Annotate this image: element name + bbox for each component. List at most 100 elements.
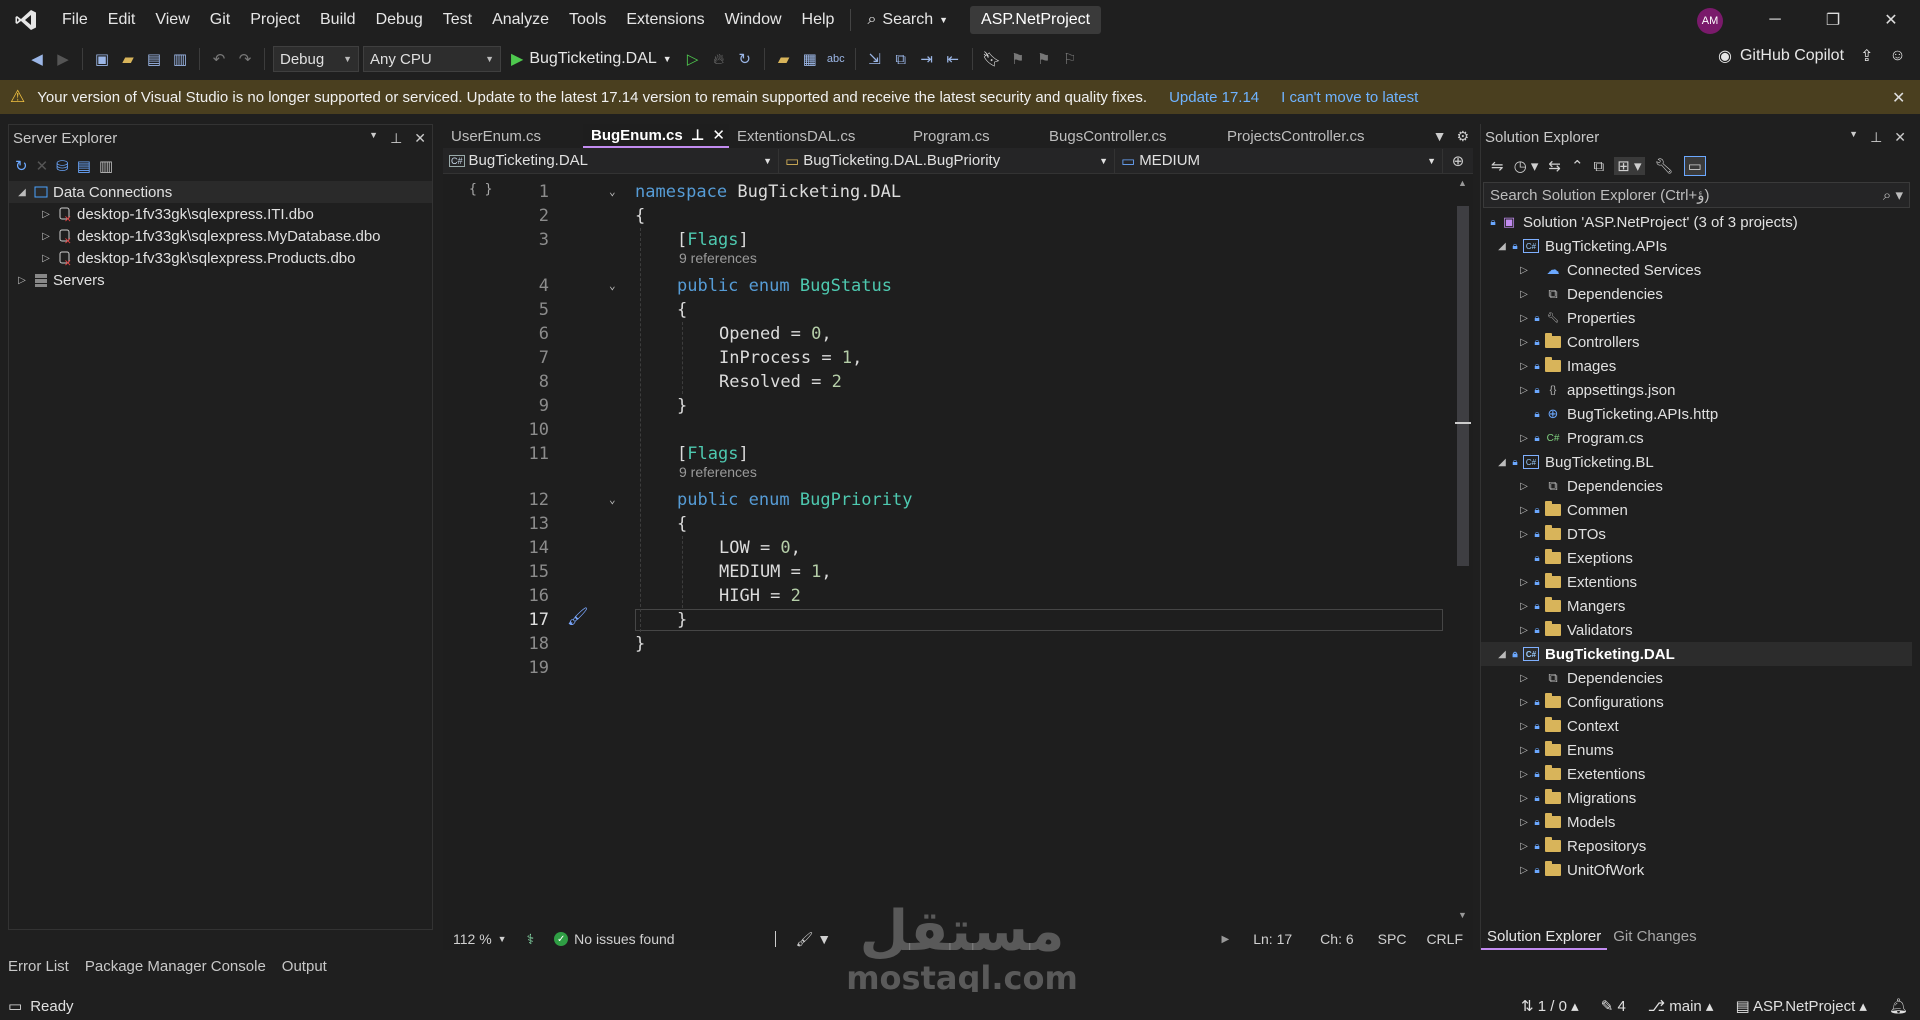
- tree-item-repositorys[interactable]: ▷ 🔒︎ Repositorys: [1481, 834, 1912, 858]
- menu-extensions[interactable]: Extensions: [616, 0, 714, 40]
- tree-item-solution[interactable]: 🔒︎ ▣ Solution 'ASP.NetProject' (3 of 3 p…: [1481, 210, 1912, 234]
- close-icon[interactable]: ✕: [1894, 129, 1906, 146]
- tree-item-data-connections[interactable]: ◢ Data Connections: [9, 181, 432, 203]
- platform-dropdown[interactable]: Any CPU ▼: [363, 46, 501, 72]
- chevron-right-icon[interactable]: ▷: [1517, 673, 1531, 684]
- sync-indicator[interactable]: ⇅ 1 / 0 ▴: [1521, 997, 1579, 1015]
- tree-item-context[interactable]: ▷ 🔒︎ Context: [1481, 714, 1912, 738]
- tab-error-list[interactable]: Error List: [0, 956, 77, 980]
- vertical-scrollbar[interactable]: ▲ ▼: [1453, 176, 1473, 922]
- tab-overflow-icon[interactable]: ▼: [1433, 128, 1447, 145]
- open-folder-icon[interactable]: ▰: [117, 48, 139, 70]
- tab-program-cs[interactable]: Program.cs: [905, 124, 1041, 148]
- pin-icon[interactable]: ⊥: [390, 130, 402, 147]
- code-area[interactable]: { } 🖌︎ 1 ⌄ namespace BugTicketing.DAL 2{3 [F…: [443, 176, 1453, 922]
- tree-item-validators[interactable]: ▷ 🔒︎ Validators: [1481, 618, 1912, 642]
- save-all-icon[interactable]: ▥: [169, 48, 191, 70]
- solution-search-input[interactable]: Search Solution Explorer (Ctrl+ؤ) ⌕ ▾: [1483, 182, 1910, 208]
- issues-indicator[interactable]: ✓ No issues found: [544, 931, 684, 947]
- menu-git[interactable]: Git: [200, 0, 240, 40]
- sync-icon[interactable]: ⇆: [1548, 157, 1561, 175]
- menu-view[interactable]: View: [145, 0, 199, 40]
- bookmark-icon[interactable]: 🔖︎: [981, 48, 1003, 70]
- chevron-right-icon[interactable]: ▷: [1517, 697, 1531, 708]
- chevron-right-icon[interactable]: ▷: [1517, 481, 1531, 492]
- clear-bookmarks-icon[interactable]: ⚐: [1059, 48, 1081, 70]
- tree-item-bugticketing-apis-http[interactable]: 🔒︎ ⊕ BugTicketing.APIs.http: [1481, 402, 1912, 426]
- scroll-up-icon[interactable]: ▲: [1458, 178, 1467, 188]
- hot-reload-icon[interactable]: 🔥︎: [708, 48, 730, 70]
- tree-item-connection[interactable]: ▷ ✕ desktop-1fv33gk\sqlexpress.ITI.dbo: [9, 203, 432, 226]
- whitespace-indicator[interactable]: SPC: [1368, 931, 1417, 947]
- tree-item-exeptions[interactable]: 🔒︎ Exeptions: [1481, 546, 1912, 570]
- notifications-icon[interactable]: 🔔︎: [1889, 997, 1908, 1015]
- azure-icon[interactable]: ▥: [99, 157, 113, 175]
- indent-icon[interactable]: ⇥: [916, 48, 938, 70]
- collapse-all-icon[interactable]: ⌃: [1571, 157, 1584, 175]
- close-icon[interactable]: ✕: [712, 126, 725, 144]
- start-without-debugging-icon[interactable]: ▷: [682, 48, 704, 70]
- browse-folder-icon[interactable]: ▰: [773, 48, 795, 70]
- expanded-icon[interactable]: ◢: [1495, 649, 1509, 660]
- tree-item-dtos[interactable]: ▷ 🔒︎ DTOs: [1481, 522, 1912, 546]
- menu-file[interactable]: File: [52, 0, 98, 40]
- tree-item-controllers[interactable]: ▷ 🔒︎ Controllers: [1481, 330, 1912, 354]
- branch-indicator[interactable]: ⎇ main ▴: [1648, 997, 1714, 1015]
- visual-studio-logo-icon[interactable]: [0, 0, 52, 40]
- refresh-icon[interactable]: ↻: [15, 157, 28, 175]
- expanded-icon[interactable]: ◢: [1495, 241, 1509, 252]
- connect-server-icon[interactable]: ▤: [77, 157, 91, 175]
- connect-database-icon[interactable]: ⛁: [56, 157, 69, 175]
- chevron-right-icon[interactable]: ▷: [1517, 721, 1531, 732]
- chevron-right-icon[interactable]: ▷: [1517, 625, 1531, 636]
- chevron-right-icon[interactable]: ▷: [1517, 505, 1531, 516]
- menu-debug[interactable]: Debug: [366, 0, 433, 40]
- avatar[interactable]: AM: [1697, 8, 1723, 34]
- codelens-references[interactable]: 9 references: [679, 250, 757, 266]
- switch-views-icon[interactable]: ⇋: [1491, 157, 1504, 175]
- type-dropdown[interactable]: ▭ BugTicketing.DAL.BugPriority ▼: [779, 148, 1115, 173]
- restore-button[interactable]: ❐: [1810, 0, 1856, 40]
- tree-item-servers[interactable]: ▷ Servers: [9, 269, 432, 291]
- tree-item-exetentions[interactable]: ▷ 🔒︎ Exetentions: [1481, 762, 1912, 786]
- stop-icon[interactable]: ✕: [36, 157, 49, 175]
- chevron-right-icon[interactable]: ▷: [1517, 385, 1531, 396]
- code-cleanup-icon[interactable]: 🖌︎ ▼: [786, 931, 842, 948]
- preview-icon[interactable]: ▭: [1683, 156, 1706, 176]
- menu-edit[interactable]: Edit: [98, 0, 146, 40]
- zoom-dropdown[interactable]: 112 % ▼: [443, 931, 517, 947]
- tab-package-manager-console[interactable]: Package Manager Console: [77, 956, 274, 980]
- chevron-right-icon[interactable]: ▷: [39, 209, 53, 220]
- tree-item-project-bugticketing-dal[interactable]: ◢ 🔒︎ C# BugTicketing.DAL: [1481, 642, 1912, 666]
- chevron-right-icon[interactable]: ▷: [1517, 865, 1531, 876]
- update-link[interactable]: Update 17.14: [1169, 89, 1259, 106]
- chevron-right-icon[interactable]: ▷: [1517, 529, 1531, 540]
- repo-indicator[interactable]: ▤ ASP.NetProject ▴: [1735, 997, 1867, 1015]
- start-debugging-button[interactable]: ▶ BugTicketing.DAL ▼: [505, 49, 678, 69]
- chevron-right-icon[interactable]: ▷: [39, 231, 53, 242]
- codelens-references[interactable]: 9 references: [679, 464, 757, 480]
- decline-update-link[interactable]: I can't move to latest: [1281, 89, 1418, 106]
- output-window-icon[interactable]: ▭: [8, 997, 22, 1015]
- back-icon[interactable]: ◀: [26, 48, 48, 70]
- chevron-right-icon[interactable]: ▷: [1517, 745, 1531, 756]
- collapse-icon[interactable]: ⌄: [609, 180, 616, 204]
- new-project-icon[interactable]: ▣: [91, 48, 113, 70]
- tree-item-project-bugticketing-bl[interactable]: ◢ 🔒︎ C# BugTicketing.BL: [1481, 450, 1912, 474]
- tab-solution-explorer[interactable]: Solution Explorer: [1481, 928, 1608, 950]
- tab-git-changes[interactable]: Git Changes: [1607, 928, 1702, 950]
- collapse-icon[interactable]: ⌄: [609, 488, 616, 512]
- tree-item-extentions[interactable]: ▷ 🔒︎ Extentions: [1481, 570, 1912, 594]
- menu-build[interactable]: Build: [310, 0, 366, 40]
- tree-item-properties[interactable]: ▷ 🔒︎ 🔧︎ Properties: [1481, 306, 1912, 330]
- tree-item-connected-services[interactable]: ▷ ☁ Connected Services: [1481, 258, 1912, 282]
- filter-icon[interactable]: ⊞ ▾: [1614, 157, 1645, 175]
- line-ending-indicator[interactable]: CRLF: [1416, 931, 1473, 947]
- close-icon[interactable]: ✕: [414, 130, 426, 147]
- chevron-right-icon[interactable]: ▷: [1517, 361, 1531, 372]
- tree-item-project-bugticketing-apis[interactable]: ◢ 🔒︎ C# BugTicketing.APIs: [1481, 234, 1912, 258]
- refresh-icon[interactable]: ↻: [734, 48, 756, 70]
- pending-changes[interactable]: ✎ 4: [1601, 997, 1626, 1015]
- show-all-files-icon[interactable]: ⧉: [1594, 158, 1605, 175]
- chevron-right-icon[interactable]: ▷: [1517, 313, 1531, 324]
